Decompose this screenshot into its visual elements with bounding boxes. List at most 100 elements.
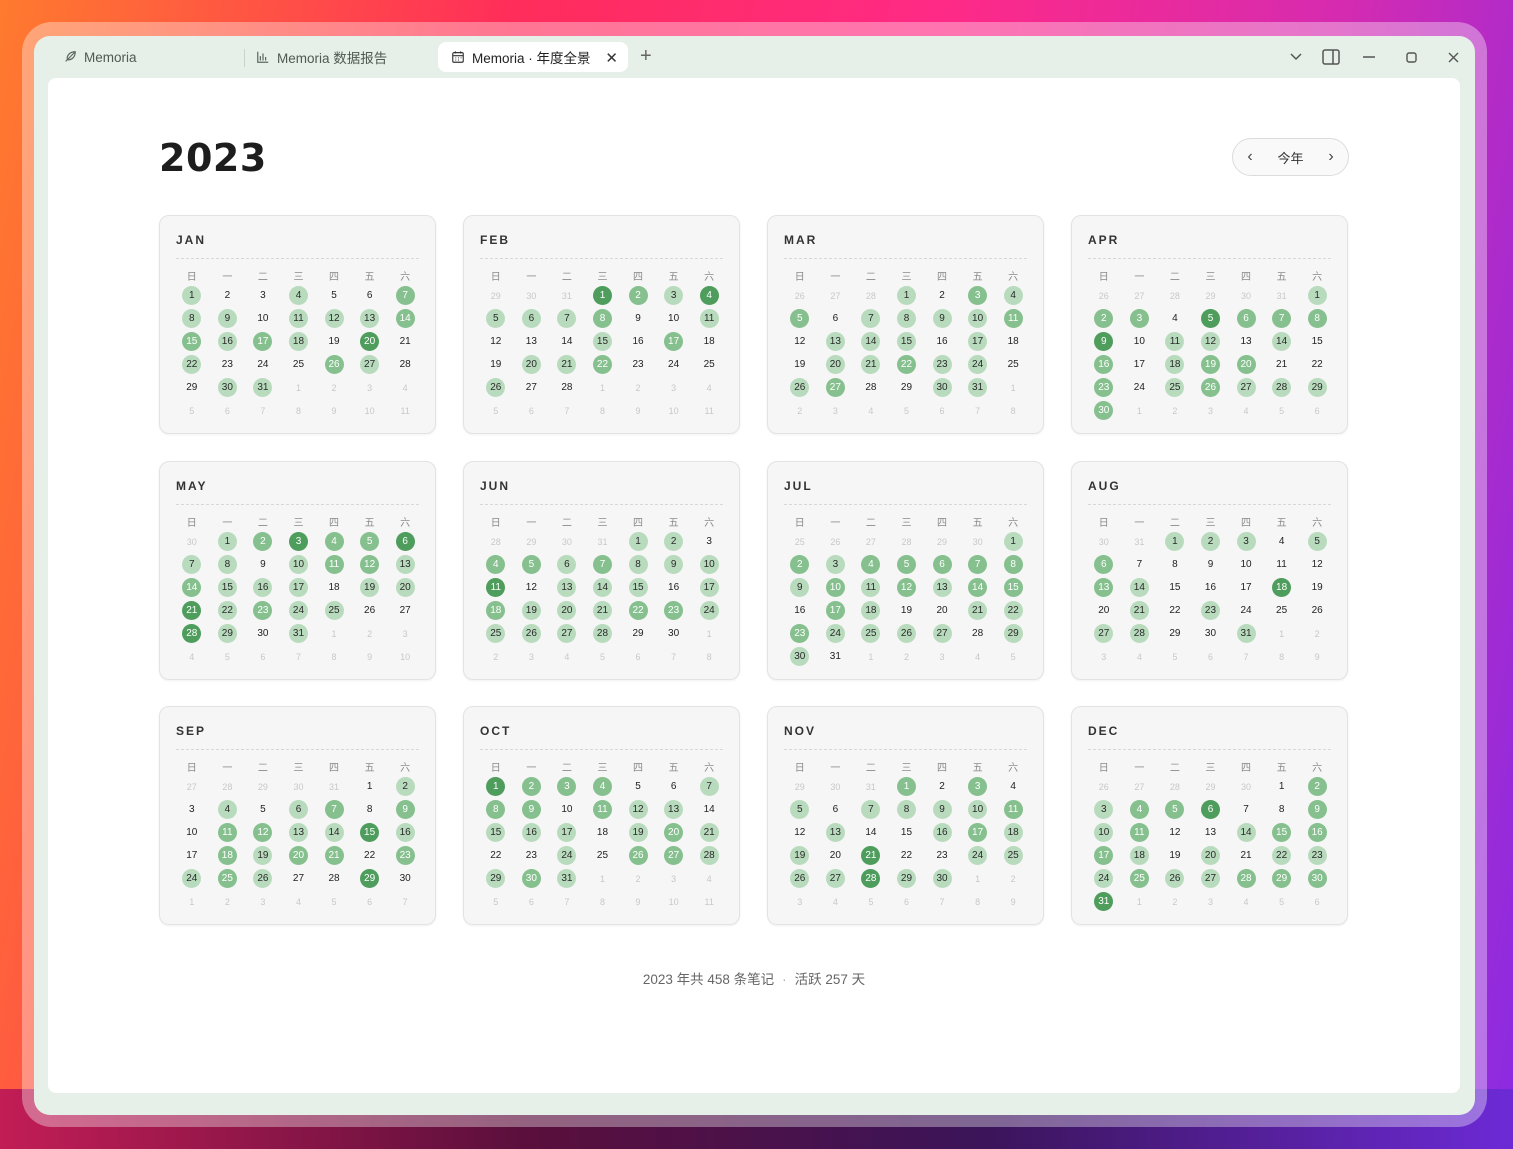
active-day[interactable]: 5 bbox=[896, 555, 916, 574]
active-day[interactable]: 7 bbox=[557, 309, 577, 328]
active-day[interactable]: 1 bbox=[628, 532, 648, 551]
calendar-day[interactable]: 10 bbox=[1130, 332, 1149, 351]
active-day[interactable]: 17 bbox=[664, 332, 684, 351]
calendar-day[interactable]: 2 bbox=[933, 286, 952, 305]
active-day[interactable]: 2 bbox=[253, 532, 273, 551]
active-day[interactable]: 3 bbox=[968, 286, 988, 305]
active-day[interactable]: 11 bbox=[486, 578, 506, 597]
calendar-day[interactable]: 27 bbox=[522, 378, 541, 397]
active-day[interactable]: 7 bbox=[861, 800, 881, 819]
active-day[interactable]: 2 bbox=[1094, 309, 1114, 328]
active-day[interactable]: 6 bbox=[395, 532, 415, 551]
active-day[interactable]: 20 bbox=[557, 601, 577, 620]
active-day[interactable]: 20 bbox=[1200, 846, 1220, 865]
active-day[interactable]: 1 bbox=[1165, 532, 1185, 551]
calendar-day[interactable]: 8 bbox=[1272, 800, 1291, 819]
active-day[interactable]: 16 bbox=[253, 578, 273, 597]
active-day[interactable]: 25 bbox=[861, 624, 881, 643]
active-day[interactable]: 5 bbox=[1165, 800, 1185, 819]
active-day[interactable]: 23 bbox=[395, 846, 415, 865]
active-day[interactable]: 14 bbox=[861, 332, 881, 351]
calendar-day[interactable]: 13 bbox=[522, 332, 541, 351]
calendar-day[interactable]: 30 bbox=[1201, 624, 1220, 643]
active-day[interactable]: 18 bbox=[861, 601, 881, 620]
active-day[interactable]: 24 bbox=[968, 355, 988, 374]
calendar-day[interactable]: 10 bbox=[664, 309, 683, 328]
active-day[interactable]: 1 bbox=[592, 286, 612, 305]
active-day[interactable]: 29 bbox=[1003, 624, 1023, 643]
active-day[interactable]: 3 bbox=[288, 532, 308, 551]
active-day[interactable]: 21 bbox=[557, 355, 577, 374]
active-day[interactable]: 26 bbox=[1200, 378, 1220, 397]
calendar-day[interactable]: 28 bbox=[325, 869, 344, 888]
active-day[interactable]: 7 bbox=[592, 555, 612, 574]
calendar-day[interactable]: 20 bbox=[1094, 601, 1113, 620]
active-day[interactable]: 28 bbox=[861, 869, 881, 888]
calendar-day[interactable]: 10 bbox=[557, 800, 576, 819]
active-day[interactable]: 23 bbox=[790, 624, 810, 643]
active-day[interactable]: 3 bbox=[1236, 532, 1256, 551]
active-day[interactable]: 17 bbox=[1094, 846, 1114, 865]
active-day[interactable]: 3 bbox=[664, 286, 684, 305]
active-day[interactable]: 21 bbox=[182, 601, 202, 620]
calendar-day[interactable]: 22 bbox=[1308, 355, 1327, 374]
active-day[interactable]: 5 bbox=[521, 555, 541, 574]
calendar-day[interactable]: 18 bbox=[1004, 332, 1023, 351]
active-day[interactable]: 10 bbox=[825, 578, 845, 597]
calendar-day[interactable]: 19 bbox=[897, 601, 916, 620]
active-day[interactable]: 12 bbox=[253, 823, 273, 842]
active-day[interactable]: 23 bbox=[1200, 601, 1220, 620]
calendar-day[interactable]: 7 bbox=[1130, 555, 1149, 574]
active-day[interactable]: 19 bbox=[1200, 355, 1220, 374]
active-day[interactable]: 20 bbox=[360, 332, 380, 351]
minimize-icon[interactable] bbox=[1357, 46, 1381, 68]
calendar-day[interactable]: 6 bbox=[826, 800, 845, 819]
active-day[interactable]: 23 bbox=[664, 601, 684, 620]
active-day[interactable]: 11 bbox=[699, 309, 719, 328]
calendar-day[interactable]: 19 bbox=[1308, 578, 1327, 597]
calendar-day[interactable]: 23 bbox=[218, 355, 237, 374]
active-day[interactable]: 25 bbox=[1129, 869, 1149, 888]
previous-year-button[interactable]: ‹ bbox=[1245, 148, 1255, 166]
active-day[interactable]: 6 bbox=[1236, 309, 1256, 328]
active-day[interactable]: 30 bbox=[1094, 401, 1114, 420]
calendar-day[interactable]: 7 bbox=[1237, 800, 1256, 819]
active-day[interactable]: 17 bbox=[699, 578, 719, 597]
calendar-day[interactable]: 6 bbox=[360, 286, 379, 305]
active-day[interactable]: 17 bbox=[557, 823, 577, 842]
active-day[interactable]: 5 bbox=[486, 309, 506, 328]
active-day[interactable]: 10 bbox=[1094, 823, 1114, 842]
active-day[interactable]: 15 bbox=[628, 578, 648, 597]
active-day[interactable]: 7 bbox=[699, 777, 719, 796]
active-day[interactable]: 12 bbox=[360, 555, 380, 574]
active-day[interactable]: 2 bbox=[1307, 777, 1327, 796]
active-day[interactable]: 10 bbox=[288, 555, 308, 574]
calendar-day[interactable]: 16 bbox=[933, 332, 952, 351]
calendar-day[interactable]: 21 bbox=[396, 332, 415, 351]
active-day[interactable]: 26 bbox=[790, 869, 810, 888]
calendar-day[interactable]: 12 bbox=[522, 578, 541, 597]
active-day[interactable]: 16 bbox=[217, 332, 237, 351]
calendar-day[interactable]: 25 bbox=[700, 355, 719, 374]
calendar-day[interactable]: 25 bbox=[593, 846, 612, 865]
active-day[interactable]: 23 bbox=[932, 355, 952, 374]
active-day[interactable]: 4 bbox=[486, 555, 506, 574]
calendar-day[interactable]: 29 bbox=[629, 624, 648, 643]
calendar-day[interactable]: 18 bbox=[700, 332, 719, 351]
active-day[interactable]: 26 bbox=[790, 378, 810, 397]
active-day[interactable]: 23 bbox=[253, 601, 273, 620]
active-day[interactable]: 24 bbox=[1094, 869, 1114, 888]
active-day[interactable]: 27 bbox=[664, 846, 684, 865]
calendar-day[interactable]: 31 bbox=[826, 647, 845, 666]
calendar-day[interactable]: 3 bbox=[700, 532, 719, 551]
active-day[interactable]: 29 bbox=[896, 869, 916, 888]
active-day[interactable]: 19 bbox=[790, 846, 810, 865]
active-day[interactable]: 15 bbox=[486, 823, 506, 842]
calendar-day[interactable]: 17 bbox=[1130, 355, 1149, 374]
active-day[interactable]: 28 bbox=[1236, 869, 1256, 888]
active-day[interactable]: 13 bbox=[288, 823, 308, 842]
active-day[interactable]: 4 bbox=[592, 777, 612, 796]
active-day[interactable]: 27 bbox=[825, 869, 845, 888]
active-day[interactable]: 17 bbox=[968, 332, 988, 351]
calendar-day[interactable]: 8 bbox=[1165, 555, 1184, 574]
